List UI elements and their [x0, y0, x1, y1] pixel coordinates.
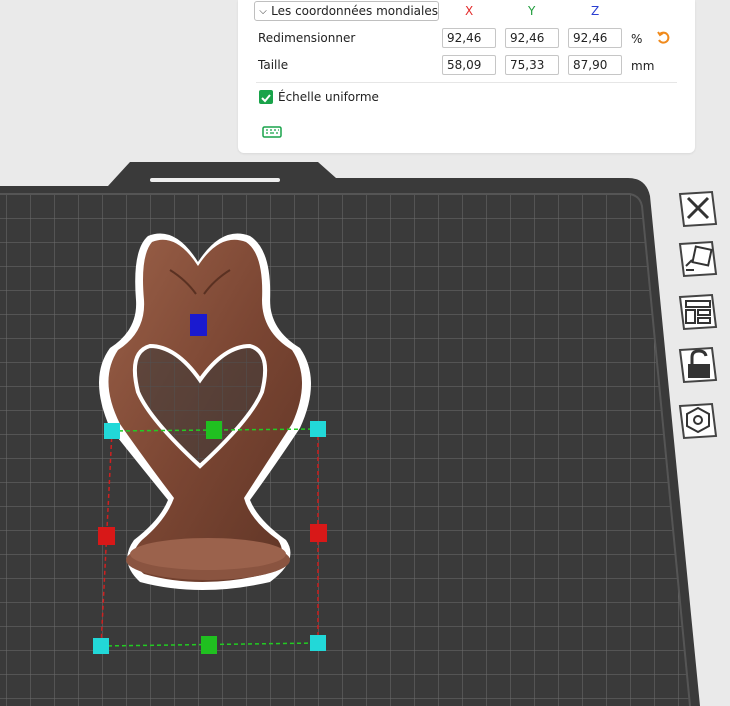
handle-x-left: [98, 527, 115, 545]
rescale-y-input[interactable]: 92,46: [505, 28, 559, 48]
hexagon-icon[interactable]: [678, 402, 718, 440]
panel-divider: [256, 82, 677, 83]
chevron-down-icon: ⌵: [259, 5, 267, 17]
reset-icon[interactable]: [656, 31, 670, 45]
handle-corner-br: [310, 635, 326, 651]
size-label: Taille: [258, 58, 289, 72]
auto-orient-icon[interactable]: [678, 240, 718, 278]
close-icon[interactable]: [678, 190, 718, 228]
size-x-input[interactable]: 58,09: [442, 55, 496, 75]
handle-x-right: [310, 524, 327, 542]
size-unit: mm: [631, 59, 655, 73]
size-y-input[interactable]: 75,33: [505, 55, 559, 75]
axis-x-header: X: [465, 4, 474, 18]
coordinate-system-dropdown[interactable]: ⌵ Les coordonnées mondiales: [254, 1, 439, 21]
handle-corner-tr: [310, 421, 326, 437]
handle-corner-bl: [93, 638, 109, 654]
uniform-scale-label: Échelle uniforme: [278, 90, 379, 104]
rescale-x-input[interactable]: 92,46: [442, 28, 496, 48]
scale-panel: ⌵ Les coordonnées mondiales X Y Z Redime…: [238, 0, 695, 153]
handle-corner-tl: [104, 423, 120, 439]
axis-y-header: Y: [528, 4, 536, 18]
uniform-scale-checkbox[interactable]: [259, 90, 273, 104]
layout-icon[interactable]: [678, 293, 718, 331]
handle-z-top: [190, 314, 207, 336]
coordinate-system-value: Les coordonnées mondiales: [271, 4, 438, 18]
rescale-label: Redimensionner: [258, 31, 356, 45]
lock-icon[interactable]: [678, 346, 718, 384]
handle-y-bottom: [201, 636, 217, 654]
handle-y-top: [206, 421, 222, 439]
rescale-unit: %: [631, 32, 643, 46]
check-icon: [261, 94, 271, 103]
rescale-z-input[interactable]: 92,46: [568, 28, 622, 48]
keyboard-icon[interactable]: [262, 126, 282, 138]
plate-handle: [150, 178, 280, 182]
size-z-input[interactable]: 87,90: [568, 55, 622, 75]
axis-z-header: Z: [591, 4, 600, 18]
